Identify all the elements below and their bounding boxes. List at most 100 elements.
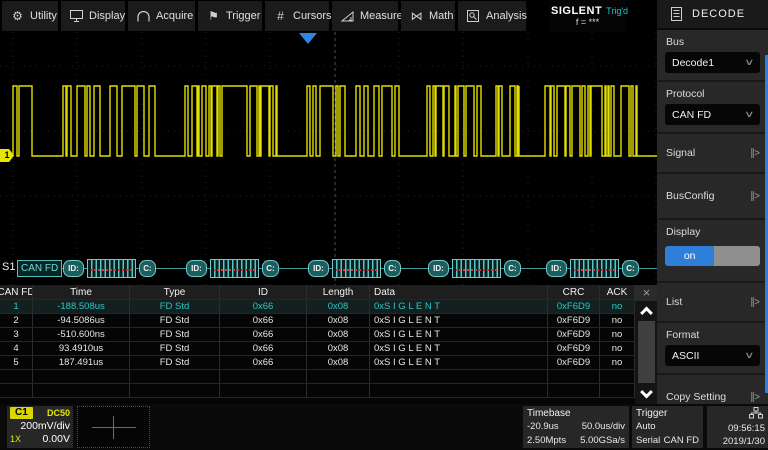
table-cell: 93.4910us [33, 342, 130, 355]
toggle-off-segment [714, 246, 760, 266]
decode-data-segment [452, 259, 501, 278]
signal-label: Signal [666, 147, 695, 159]
toggle-on-segment: on [665, 246, 714, 266]
math-icon: ⋈ [410, 9, 423, 23]
table-close-button[interactable]: × [635, 285, 658, 301]
table-row[interactable]: 5187.491usFD Std0x660x080xS I G L E N T0… [0, 356, 658, 370]
busconfig-menu-item[interactable]: BusConfig ∥> [657, 174, 768, 220]
chevron-up-icon [640, 306, 653, 319]
copy-setting-label: Copy Setting [666, 391, 726, 403]
decode-id-badge: ID: [546, 260, 567, 277]
menu-item-label: Measure [360, 10, 403, 22]
decode-crc-badge: C: [622, 260, 639, 277]
table-cell: 0x08 [307, 356, 370, 369]
table-cell: -188.508us [33, 300, 130, 313]
timebase-delay: -20.9us [527, 420, 559, 434]
table-row[interactable] [0, 384, 658, 398]
sample-rate: 5.00GSa/s [580, 434, 625, 448]
table-cell: 0x08 [307, 328, 370, 341]
table-cell: 4 [0, 342, 33, 355]
table-row[interactable]: 3-510.600nsFD Std0x660x080xS I G L E N T… [0, 328, 658, 342]
table-cell [130, 384, 220, 397]
bottom-status-bar: C1 DC50 200mV/div 1X 0.00V Timebase -20.… [0, 404, 768, 450]
table-cell: CAN FD [0, 285, 33, 299]
display-icon [70, 10, 83, 22]
clock-box[interactable]: 09:56:15 2019/1/30 [707, 406, 768, 448]
menu-item-cursors[interactable]: #Cursors [265, 1, 329, 31]
menu-item-measure[interactable]: Measure [332, 1, 398, 31]
table-row[interactable]: 1-188.508usFD Std0x660x080xS I G L E N T… [0, 300, 658, 314]
clock-time: 09:56:15 [710, 422, 765, 435]
trigger-position-marker[interactable] [299, 33, 317, 44]
signal-menu-item[interactable]: Signal ∥> [657, 134, 768, 174]
table-cell: CRC [548, 285, 600, 299]
table-row[interactable]: 2-94.5086usFD Std0x660x080xS I G L E N T… [0, 314, 658, 328]
decode-data-segment [570, 259, 619, 278]
expand-arrow-icon: ∥> [750, 297, 759, 308]
table-cell: -510.600ns [33, 328, 130, 341]
oscilloscope-screen: ⚙UtilityDisplayAcquire⚑Trigger#CursorsMe… [0, 0, 768, 450]
table-cell [33, 370, 130, 383]
document-icon [671, 7, 682, 21]
decode-bus-type-badge[interactable]: CAN FD [17, 260, 62, 277]
menu-item-acquire[interactable]: Acquire [128, 1, 195, 31]
decode-panel: DECODE Bus Decode1 ∨ Protocol CAN FD ∨ S… [657, 0, 768, 404]
table-cell [130, 370, 220, 383]
stuff-bit-dots [456, 269, 496, 271]
decode-data-segment [332, 259, 381, 278]
decode-crc-badge: C: [139, 260, 156, 277]
table-cell [307, 384, 370, 397]
table-scroll-up-button[interactable] [635, 302, 658, 320]
protocol-dropdown[interactable]: CAN FD ∨ [665, 104, 760, 125]
table-cell: no [600, 328, 635, 341]
decode-data-segment [210, 259, 259, 278]
table-cell: 0x08 [307, 300, 370, 313]
list-label: List [666, 296, 682, 308]
table-scroll-track[interactable] [638, 321, 655, 383]
table-cell: FD Std [130, 314, 220, 327]
list-menu-item[interactable]: List ∥> [657, 283, 768, 323]
menu-item-utility[interactable]: ⚙Utility [2, 1, 58, 31]
decode-crc-badge: C: [384, 260, 401, 277]
display-label: Display [657, 220, 768, 242]
format-label: Format [657, 323, 768, 345]
add-channel-placeholder[interactable] [77, 406, 150, 448]
table-cell: no [600, 356, 635, 369]
decode-data-segment [87, 259, 136, 278]
table-cell: 0xS I G L E N T [370, 342, 548, 355]
table-cell: 0x66 [220, 356, 307, 369]
menu-item-display[interactable]: Display [61, 1, 125, 31]
channel1-descriptor[interactable]: C1 DC50 200mV/div 1X 0.00V [7, 406, 73, 448]
table-cell: -94.5086us [33, 314, 130, 327]
menu-item-analysis[interactable]: Analysis [458, 1, 526, 31]
stuff-bit-dots [336, 269, 376, 271]
menu-item-math[interactable]: ⋈ Math [401, 1, 455, 31]
table-row[interactable] [0, 370, 658, 384]
table-cell: 0x66 [220, 342, 307, 355]
stuff-bit-dots [574, 269, 614, 271]
timebase-descriptor[interactable]: Timebase -20.9us 50.0us/div 2.50Mpts 5.0… [523, 406, 629, 448]
menu-item-label: Math [429, 10, 453, 22]
busconfig-label: BusConfig [666, 190, 714, 202]
menu-item-trigger[interactable]: ⚑Trigger [198, 1, 262, 31]
timebase-title: Timebase [527, 407, 625, 420]
table-row[interactable]: 493.4910usFD Std0x660x080xS I G L E N T0… [0, 342, 658, 356]
table-cell: FD Std [130, 328, 220, 341]
format-dropdown[interactable]: ASCII ∨ [665, 345, 760, 366]
table-cell [548, 370, 600, 383]
frequency-readout: f = *** [549, 17, 626, 27]
chevron-down-icon: ∨ [744, 109, 755, 120]
trigger-mode: Auto [636, 420, 656, 434]
table-cell [307, 370, 370, 383]
table-cell: 1 [0, 300, 33, 313]
timebase-scale: 50.0us/div [582, 420, 625, 434]
bus-dropdown[interactable]: Decode1 ∨ [665, 52, 760, 73]
table-cell: Type [130, 285, 220, 299]
trigger-descriptor[interactable]: Trigger Auto Serial CAN FD [632, 406, 703, 448]
trigger-protocol: CAN FD [664, 434, 699, 448]
table-cell [33, 384, 130, 397]
table-cell: 2 [0, 314, 33, 327]
display-on-toggle[interactable]: on [665, 246, 760, 266]
waveform-area[interactable]: 1 S1 CAN FD ID:C:ID:C:ID:C:ID:C:ID:C: [0, 32, 657, 285]
table-scroll-down-button[interactable] [635, 384, 658, 402]
